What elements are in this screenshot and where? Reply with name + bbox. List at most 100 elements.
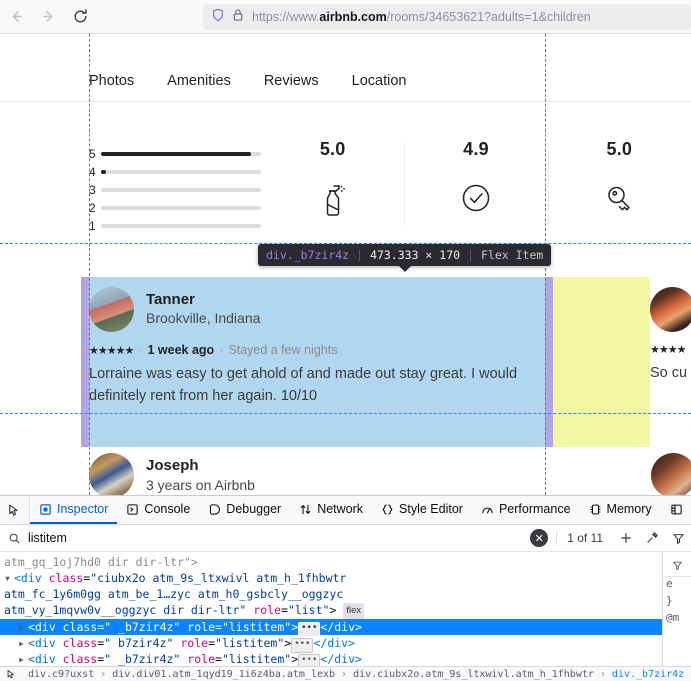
url-prefix: https://www. [252,10,320,24]
markup-node-listitem-selected[interactable]: ▸ <div class=" _b7zir4z" role="listitem">… [0,619,662,637]
markup-attr-role: role [253,603,281,617]
rules-pane[interactable]: e } @m [662,552,691,681]
review-identity: Tanner Brookville, Indiana [146,290,260,328]
tooltip-separator: | [467,248,474,262]
rating-bar-chart: 5 4 3 2 1 [89,103,261,243]
reload-button[interactable] [64,2,96,32]
devtools-panel: Inspector Console Debugger Network Style… [0,495,691,681]
flex-badge[interactable]: flex [343,603,365,619]
twisty-icon[interactable]: ▸ [18,651,28,667]
breadcrumb: div.c9?uxst › div.div01.atm_1qyd19_1i6z4… [0,666,691,681]
tab-debugger[interactable]: Debugger [199,496,290,524]
subnav-item-location[interactable]: Location [352,73,407,89]
tooltip-layout-kind: Flex Item [480,248,544,262]
markup-view[interactable]: atm_gq_1oj7hd0 dir dir-ltr"> ▾ <div class… [0,552,662,681]
clear-icon[interactable]: ✕ [530,529,549,547]
back-button[interactable] [0,2,32,32]
markup-gt: > [284,636,292,650]
rating-bar-track [101,170,261,174]
key-icon [548,182,691,214]
subnav-item-amenities[interactable]: Amenities [167,73,231,89]
reload-icon [72,8,89,25]
tab-network[interactable]: Network [290,496,372,524]
padlock-icon[interactable] [232,8,244,27]
review-card[interactable]: Tanner Brookville, Indiana ★★★★★ · 1 wee… [89,277,545,447]
rating-bar-row: 4 [89,163,261,181]
highlighter-node-tooltip: div._b7zir4z | 473.333 × 170 | Flex Item [258,244,552,272]
eyedropper-icon[interactable] [639,526,665,550]
review-header: Joseph 3 years on Airbnb [89,447,691,495]
avatar[interactable] [89,453,134,495]
subnav-item-photos[interactable]: Photos [89,73,134,89]
markup-line-scrolled: atm_gq_1oj7hd0 dir dir-ltr"> [4,555,198,569]
markup-class-value-line2: atm_fc_1y6m0gg atm_be_1…zyc atm_h0_gsbcl… [4,587,344,601]
review-meta: ★★★★★ · 1 week ago · Stayed a few nights [89,343,545,357]
filter-icon[interactable] [665,526,691,550]
tab-style-editor[interactable]: Style Editor [372,496,472,524]
markup-tag-close: </div> [320,652,362,666]
meta-dot: · [219,343,224,357]
highlight-margin-left [81,277,89,447]
category-score: 5.0 [319,139,346,159]
avatar[interactable] [650,286,691,332]
breadcrumb-item-2[interactable]: div.ciubx2o.atm_9s_ltxwivl.atm_h_1fhbwtr [347,669,600,680]
devtools-body: atm_gq_1oj7hd0 dir dir-ltr"> ▾ <div class… [0,552,691,681]
reviewer-subtitle: 3 years on Airbnb [146,476,255,493]
url-suffix: /rooms/34653621?adults=1&children [386,10,591,24]
tab-inspector[interactable]: Inspector [30,496,118,524]
markup-node-listitem[interactable]: ▸<div class=" _b7zir4z" role="listitem">… [0,651,662,669]
rating-bar-row: 1 [89,217,261,235]
markup-attr-class: class [48,571,84,585]
tab-label: Style Editor [399,502,463,516]
avatar-next-row[interactable] [651,453,691,495]
rating-bar-label: 1 [89,219,96,233]
markup-node-parent[interactable]: ▾ <div class="ciubx2o atm_9s_ltxwivl atm_… [0,570,662,619]
markup-role-value: "list" [287,603,330,617]
rating-bar-label: 4 [89,165,96,179]
rules-filter-icon[interactable] [663,554,691,577]
review-identity: Joseph 3 years on Airbnb [146,456,255,494]
shield-icon[interactable] [211,8,225,27]
twisty-icon[interactable]: ▸ [18,635,28,651]
plus-icon[interactable] [613,526,639,550]
rating-bar-label: 3 [89,183,96,197]
review-stay-length: Stayed a few nights [228,343,338,357]
subnav-item-reviews[interactable]: Reviews [264,73,319,89]
markup-attr-class: class [62,652,98,666]
tab-label: Memory [606,502,652,516]
node-picker-icon[interactable] [0,496,30,524]
review-meta: ★★★★ [650,343,691,356]
review-card-next[interactable]: ★★★★ So cu [650,277,691,447]
tooltip-separator: | [356,248,364,262]
markup-class-value: " b7zir4z" [104,636,174,650]
url-bar[interactable]: https://www.airbnb.com/rooms/34653621?ad… [203,4,691,30]
markup-attr-class: class [62,620,98,634]
markup-tag-open: <div [28,652,63,666]
rating-bar-fill [101,152,252,156]
tab-label: Performance [498,502,571,516]
console-icon [126,503,139,516]
tab-label: Network [317,502,364,516]
twisty-icon[interactable]: ▸ [18,619,28,635]
tab-console[interactable]: Console [117,496,199,524]
breadcrumb-item-3[interactable]: div._b7zir4z [606,669,690,680]
tab-label: Inspector [57,502,109,516]
twisty-icon[interactable]: ▾ [4,570,14,586]
category-accuracy: 4.9 [404,139,547,243]
spray-bottle-icon [261,182,404,218]
search-input[interactable] [28,531,531,545]
inspector-icon [39,503,52,516]
breadcrumb-item-1[interactable]: div.div01.atm_1qyd19_1i6z4ba.atm_lexb [106,669,341,680]
breadcrumb-picker-icon[interactable] [0,669,22,680]
markup-node-listitem[interactable]: ▸ <div class=" b7zir4z" role="listitem"> •… [0,635,662,653]
tab-performance[interactable]: Performance [472,496,580,524]
markup-class-value: " _b7zir4z" [104,652,181,666]
tab-memory[interactable]: Memory [580,496,661,524]
markup-attr-role: role [180,636,209,650]
breadcrumb-item-0[interactable]: div.c9?uxst [22,669,100,680]
avatar[interactable] [89,286,134,332]
next-review-row: Joseph 3 years on Airbnb [0,447,691,495]
tab-storage[interactable] [661,496,691,524]
rating-bar-fill [101,170,106,174]
forward-button[interactable] [32,2,64,32]
